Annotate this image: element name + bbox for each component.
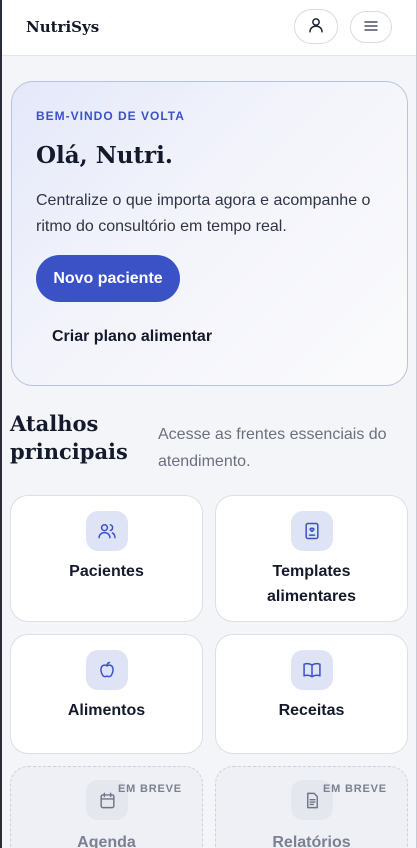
shortcut-agenda: EM BREVE Agenda: [10, 766, 203, 848]
shortcut-recipes[interactable]: Receitas: [215, 634, 408, 754]
welcome-card: BEM-VINDO DE VOLTA Olá, Nutri. Centraliz…: [11, 81, 408, 386]
shortcut-label-text: Templates alimentares: [267, 563, 356, 605]
shortcut-foods[interactable]: Alimentos: [10, 634, 203, 754]
menu-button[interactable]: [350, 11, 392, 43]
create-meal-plan-button[interactable]: Criar plano alimentar: [52, 328, 212, 346]
brand-logo[interactable]: NutriSys: [26, 18, 99, 36]
greeting-title: Olá, Nutri.: [36, 142, 173, 169]
shortcut-meal-templates[interactable]: Templates alimentares: [215, 495, 408, 622]
shortcut-label: Templates alimentares: [216, 559, 407, 609]
new-patient-button[interactable]: Novo paciente: [36, 255, 180, 302]
shortcut-label: Pacientes: [69, 563, 144, 580]
shortcuts-description: Acesse as frentes essenciais do atendime…: [158, 426, 387, 470]
coming-soon-badge: EM BREVE: [118, 783, 182, 795]
coming-soon-badge: EM BREVE: [323, 783, 387, 795]
welcome-eyebrow: BEM-VINDO DE VOLTA: [36, 109, 185, 123]
user-icon: [307, 16, 325, 37]
shortcut-label: Relatórios: [272, 834, 351, 848]
shortcut-label: Receitas: [278, 702, 345, 719]
shortcuts-title: Atalhos principais: [10, 411, 128, 464]
shortcut-reports: EM BREVE Relatórios: [215, 766, 408, 848]
menu-icon: [364, 20, 378, 35]
profile-button[interactable]: [294, 9, 338, 44]
welcome-description: Centralize o que importa agora e acompan…: [36, 192, 371, 235]
apple-icon: [86, 650, 128, 690]
book-open-icon: [291, 650, 333, 690]
clipboard-heart-icon: [291, 511, 333, 551]
shortcut-label: Agenda: [77, 834, 136, 848]
app-header: NutriSys: [0, 0, 417, 56]
users-icon: [86, 511, 128, 551]
shortcut-label: Alimentos: [67, 702, 146, 719]
shortcut-patients[interactable]: Pacientes: [10, 495, 203, 622]
window-edge: [0, 0, 2, 848]
